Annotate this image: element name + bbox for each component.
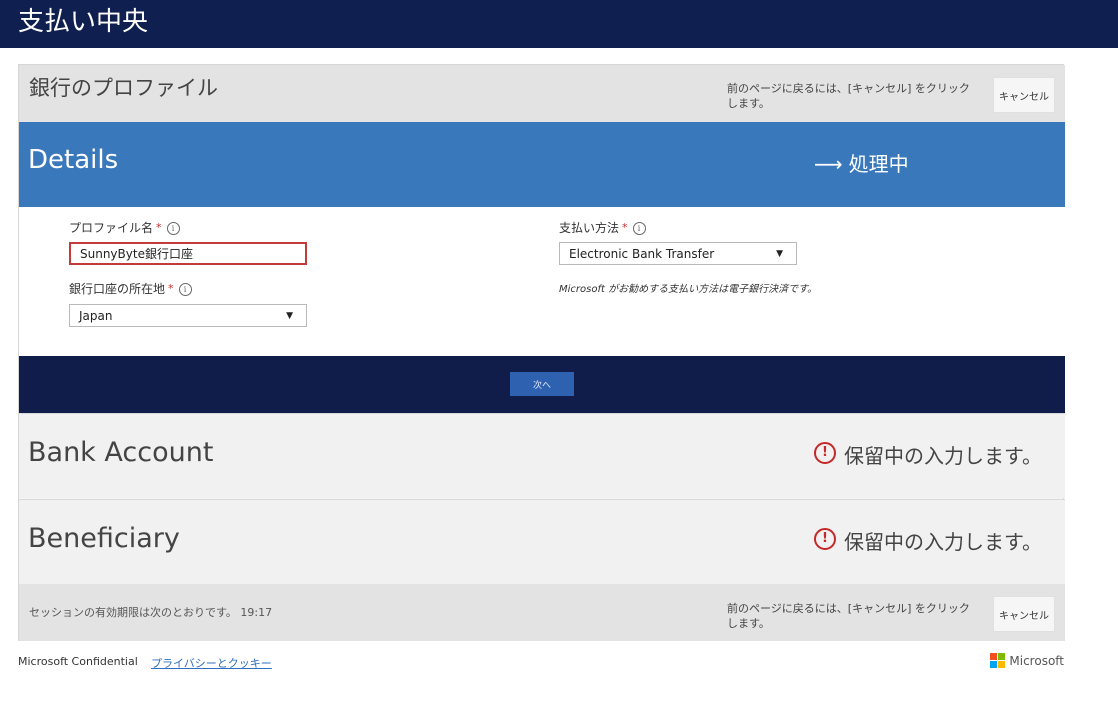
microsoft-brand-text: Microsoft xyxy=(1009,653,1064,668)
info-icon[interactable]: i xyxy=(632,221,646,235)
beneficiary-status: ! 保留中の入力します。 xyxy=(814,528,1042,555)
app-title: 支払い中央 xyxy=(18,7,149,37)
chevron-down-icon: ▼ xyxy=(286,310,293,321)
processing-status-text: 処理中 xyxy=(848,152,909,176)
chevron-down-icon: ▼ xyxy=(776,248,783,259)
microsoft-logo-icon xyxy=(990,653,1006,668)
payment-method-select[interactable]: Electronic Bank Transfer ▼ xyxy=(559,242,797,265)
beneficiary-section[interactable]: Beneficiary ! 保留中の入力します。 xyxy=(19,499,1065,584)
page-footer: Microsoft Confidential プライバシーとクッキー Micro… xyxy=(18,653,1064,671)
next-band: 次へ xyxy=(19,356,1065,413)
required-mark: * xyxy=(168,282,174,295)
alert-icon: ! xyxy=(814,528,836,550)
cancel-button[interactable]: キャンセル xyxy=(993,77,1055,113)
payment-method-note: Microsoft がお勧めする支払い方法は電子銀行決済です。 xyxy=(559,284,818,295)
beneficiary-title: Beneficiary xyxy=(28,523,180,554)
profile-name-input[interactable]: SunnyByte銀行口座 xyxy=(69,242,307,265)
panel-footer: セッションの有効期限は次のとおりです。 19:17 前のページに戻るには、[キャ… xyxy=(19,584,1065,641)
arrow-right-icon: ⟶ xyxy=(814,152,843,176)
profile-name-label-text: プロファイル名 xyxy=(69,221,154,235)
bank-account-title: Bank Account xyxy=(28,437,214,468)
top-bar: 支払い中央 xyxy=(0,0,1118,48)
bank-location-value: Japan xyxy=(79,308,113,323)
cancel-hint: 前のページに戻るには、[キャンセル] をクリックします。 xyxy=(727,82,970,110)
session-expiry: セッションの有効期限は次のとおりです。 19:17 xyxy=(29,606,273,619)
cancel-hint-footer: 前のページに戻るには、[キャンセル] をクリックします。 xyxy=(727,602,970,630)
payment-method-label-text: 支払い方法 xyxy=(559,221,620,235)
beneficiary-status-text: 保留中の入力します。 xyxy=(844,530,1042,554)
info-icon[interactable]: i xyxy=(166,221,180,235)
required-mark: * xyxy=(156,221,162,234)
microsoft-logo: Microsoft xyxy=(990,653,1064,668)
info-icon[interactable]: i xyxy=(178,282,192,296)
payment-method-value: Electronic Bank Transfer xyxy=(569,246,715,261)
bank-account-status-text: 保留中の入力します。 xyxy=(844,444,1042,468)
bank-location-label: 銀行口座の所在地 * i xyxy=(69,281,192,297)
cancel-button-footer[interactable]: キャンセル xyxy=(993,596,1055,632)
profile-name-label: プロファイル名 * i xyxy=(69,220,180,236)
bank-location-label-text: 銀行口座の所在地 xyxy=(69,282,166,296)
privacy-cookies-link[interactable]: プライバシーとクッキー xyxy=(151,655,272,671)
bank-profile-panel: 銀行のプロファイル 前のページに戻るには、[キャンセル] をクリックします。 キ… xyxy=(18,64,1065,641)
next-button[interactable]: 次へ xyxy=(510,372,574,396)
bank-account-status: ! 保留中の入力します。 xyxy=(814,442,1042,469)
payment-method-label: 支払い方法 * i xyxy=(559,220,646,236)
processing-status: ⟶ 処理中 xyxy=(814,151,909,177)
details-title: Details xyxy=(28,145,119,175)
panel-header: 銀行のプロファイル 前のページに戻るには、[キャンセル] をクリックします。 キ… xyxy=(19,65,1065,122)
details-form: プロファイル名 * i SunnyByte銀行口座 銀行口座の所在地 * i J… xyxy=(19,207,1065,356)
required-mark: * xyxy=(622,221,628,234)
alert-icon: ! xyxy=(814,442,836,464)
details-section-header: Details ⟶ 処理中 xyxy=(19,122,1065,207)
bank-location-select[interactable]: Japan ▼ xyxy=(69,304,307,327)
page-title: 銀行のプロファイル xyxy=(29,76,218,100)
confidential-label: Microsoft Confidential xyxy=(18,655,138,668)
bank-account-section[interactable]: Bank Account ! 保留中の入力します。 xyxy=(19,413,1065,498)
